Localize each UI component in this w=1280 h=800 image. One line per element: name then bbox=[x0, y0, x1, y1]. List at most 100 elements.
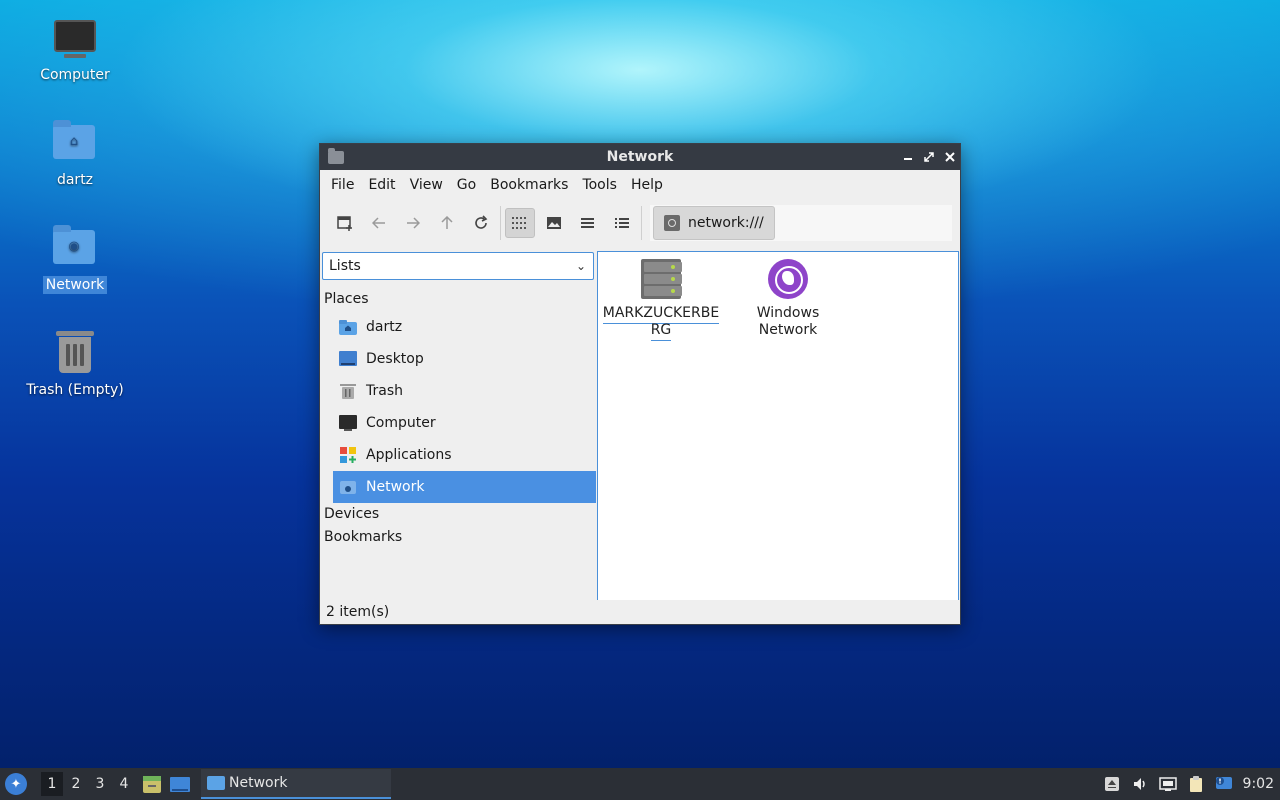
item-count: 2 item(s) bbox=[326, 604, 390, 620]
sidebar-item-desktop[interactable]: Desktop bbox=[333, 343, 596, 375]
workspace-1[interactable]: 1 bbox=[41, 772, 63, 796]
up-button[interactable] bbox=[432, 208, 462, 238]
path-bar: network:/// bbox=[650, 205, 952, 241]
side-pane: Lists ⌄ Places dartz Desktop Trash Compu… bbox=[321, 251, 596, 603]
menu-edit[interactable]: Edit bbox=[361, 177, 402, 193]
notification-button[interactable] bbox=[1215, 775, 1233, 793]
menu-go[interactable]: Go bbox=[450, 177, 483, 193]
toolbar-separator bbox=[500, 206, 501, 240]
arrow-left-icon bbox=[372, 217, 385, 229]
sidebar-item-label: Applications bbox=[366, 447, 452, 463]
workspace-3[interactable]: 3 bbox=[89, 772, 111, 796]
desktop-icon bbox=[170, 777, 190, 792]
bookmarks-header[interactable]: Bookmarks bbox=[324, 529, 402, 545]
thumbnail-view-button[interactable] bbox=[539, 208, 569, 238]
menu-view[interactable]: View bbox=[403, 177, 450, 193]
desktop-icon-label: Network bbox=[42, 276, 108, 294]
eject-button[interactable] bbox=[1103, 775, 1121, 793]
menu-bookmarks[interactable]: Bookmarks bbox=[483, 177, 575, 193]
sidebar-item-label: Desktop bbox=[366, 351, 424, 367]
desktop-icon-trash[interactable]: Trash (Empty) bbox=[15, 329, 135, 399]
computer-icon bbox=[339, 414, 357, 432]
clipboard-button[interactable] bbox=[1187, 775, 1205, 793]
start-menu-button[interactable]: ✦ bbox=[5, 773, 27, 795]
network-wired-icon bbox=[1158, 777, 1177, 791]
icon-view-icon bbox=[512, 217, 526, 229]
windows-network-icon bbox=[768, 259, 808, 299]
arrow-up-icon bbox=[441, 216, 453, 229]
applications-icon bbox=[339, 446, 357, 464]
sidebar-item-dartz[interactable]: dartz bbox=[333, 311, 596, 343]
workspace-4[interactable]: 4 bbox=[113, 772, 135, 796]
sidebar-item-label: Network bbox=[366, 479, 425, 495]
places-header[interactable]: Places bbox=[324, 291, 369, 307]
file-manager-window: Network File Edit View Go Bookmarks Tool… bbox=[319, 143, 961, 625]
clock[interactable]: 9:02 bbox=[1243, 776, 1274, 792]
volume-button[interactable] bbox=[1131, 775, 1149, 793]
file-item-markzuckerberg[interactable]: MARKZUCKERBE RG bbox=[601, 259, 721, 341]
file-cabinet-icon bbox=[143, 776, 161, 793]
minimize-button[interactable] bbox=[897, 147, 918, 168]
reload-button[interactable] bbox=[466, 208, 496, 238]
sidebar-item-label: dartz bbox=[366, 319, 403, 335]
devices-header[interactable]: Devices bbox=[324, 506, 379, 522]
computer-icon bbox=[54, 20, 96, 58]
menu-tools[interactable]: Tools bbox=[575, 177, 624, 193]
desktop-icon-computer[interactable]: Computer bbox=[15, 14, 135, 84]
detailed-view-button[interactable] bbox=[607, 208, 637, 238]
new-tab-button[interactable] bbox=[330, 208, 360, 238]
task-label: Network bbox=[229, 775, 288, 791]
sidebar-item-applications[interactable]: Applications bbox=[333, 439, 596, 471]
workspace-2[interactable]: 2 bbox=[65, 772, 87, 796]
desktop-icon bbox=[339, 350, 357, 368]
taskbar: ✦ 1 2 3 4 Network 9:02 bbox=[0, 768, 1280, 800]
network-tray-button[interactable] bbox=[1158, 775, 1177, 793]
desktop-icon-dartz[interactable]: ⌂ dartz bbox=[15, 119, 135, 189]
window-titlebar[interactable]: Network bbox=[320, 144, 960, 170]
back-button[interactable] bbox=[364, 208, 394, 238]
path-label: network:/// bbox=[688, 215, 764, 231]
file-item-label: MARKZUCKERBE RG bbox=[602, 305, 720, 341]
forward-button[interactable] bbox=[398, 208, 428, 238]
maximize-button[interactable] bbox=[918, 147, 939, 168]
sidebar-item-computer[interactable]: Computer bbox=[333, 407, 596, 439]
sidebar-item-trash[interactable]: Trash bbox=[333, 375, 596, 407]
compact-view-button[interactable] bbox=[573, 208, 603, 238]
close-icon bbox=[944, 152, 955, 162]
image-icon bbox=[547, 217, 561, 229]
sidebar-item-network[interactable]: Network bbox=[333, 471, 596, 503]
menu-help[interactable]: Help bbox=[624, 177, 670, 193]
new-tab-icon bbox=[337, 216, 352, 231]
side-pane-mode-select[interactable]: Lists ⌄ bbox=[322, 252, 594, 280]
folder-icon bbox=[207, 776, 225, 790]
clipboard-icon bbox=[1189, 776, 1202, 792]
volume-icon bbox=[1133, 778, 1145, 790]
chevron-down-icon: ⌄ bbox=[575, 259, 586, 273]
arrow-right-icon bbox=[407, 217, 420, 229]
file-item-label: Windows Network bbox=[756, 305, 820, 338]
home-folder-icon bbox=[339, 318, 357, 336]
lxqt-logo-icon: ✦ bbox=[10, 776, 22, 792]
compact-list-icon bbox=[581, 218, 594, 228]
menubar: File Edit View Go Bookmarks Tools Help bbox=[320, 170, 960, 200]
desktop-icon-label: Trash (Empty) bbox=[26, 382, 124, 398]
file-view[interactable]: MARKZUCKERBE RG Windows Network bbox=[597, 251, 959, 601]
desktop-icon-network[interactable]: ◉ Network bbox=[15, 224, 135, 294]
icon-view-button[interactable] bbox=[505, 208, 535, 238]
folder-icon bbox=[328, 147, 344, 164]
maximize-icon bbox=[923, 152, 934, 162]
trash-icon bbox=[56, 331, 94, 373]
network-icon bbox=[664, 215, 680, 231]
toolbar-separator bbox=[641, 206, 642, 240]
path-button-network[interactable]: network:/// bbox=[653, 206, 775, 240]
desktop-icon-label: dartz bbox=[56, 172, 94, 188]
file-manager-launcher[interactable] bbox=[141, 773, 163, 795]
menu-file[interactable]: File bbox=[324, 177, 361, 193]
notification-icon bbox=[1215, 777, 1232, 789]
network-folder-icon: ◉ bbox=[53, 225, 95, 264]
show-desktop-button[interactable] bbox=[169, 773, 191, 795]
close-button[interactable] bbox=[939, 147, 960, 168]
file-item-windows-network[interactable]: Windows Network bbox=[728, 259, 848, 339]
taskbar-task-network[interactable]: Network bbox=[201, 769, 391, 799]
side-pane-mode-value: Lists bbox=[329, 258, 361, 274]
